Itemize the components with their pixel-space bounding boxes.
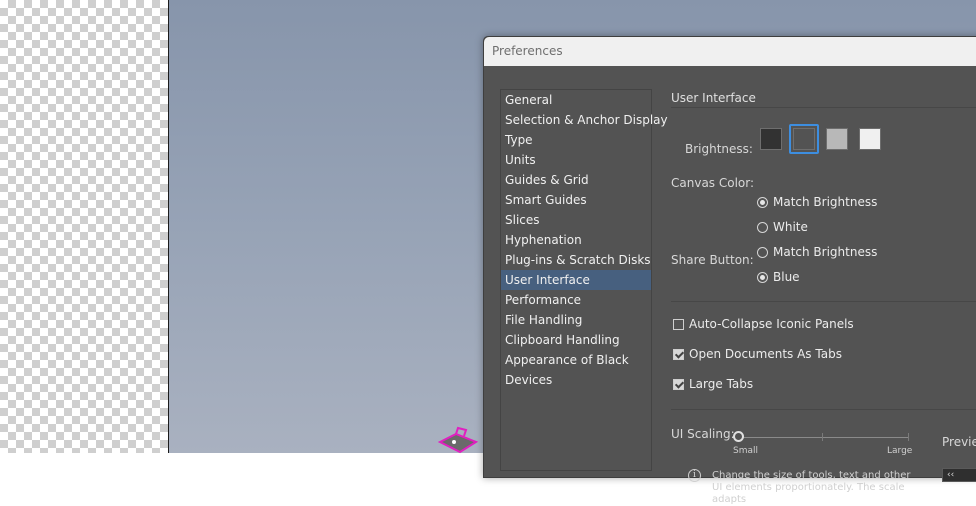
sidebar-item-user-interface[interactable]: User Interface xyxy=(501,270,651,290)
sidebar-item-units[interactable]: Units xyxy=(501,150,651,170)
preview-label: Previe xyxy=(942,435,976,449)
sidebar-item-appearance-of-black[interactable]: Appearance of Black xyxy=(501,350,651,370)
sidebar-item-file-handling[interactable]: File Handling xyxy=(501,310,651,330)
brightness-swatch-3[interactable] xyxy=(826,128,848,150)
share-button-label: Share Button: xyxy=(671,253,754,267)
auto-collapse-label: Auto-Collapse Iconic Panels xyxy=(689,317,854,331)
large-tabs-checkbox[interactable] xyxy=(673,379,684,390)
brightness-label: Brightness: xyxy=(685,142,753,156)
ui-scaling-slider-track[interactable] xyxy=(739,437,909,438)
sidebar-item-smart-guides[interactable]: Smart Guides xyxy=(501,190,651,210)
brightness-swatch-2[interactable] xyxy=(793,128,815,150)
share-button-match-radio[interactable] xyxy=(757,247,768,258)
canvas-color-match-label: Match Brightness xyxy=(773,195,878,209)
scaling-info-text: Change the size of tools, text and other… xyxy=(712,470,911,505)
section-divider xyxy=(671,107,976,108)
sidebar-item-performance[interactable]: Performance xyxy=(501,290,651,310)
divider xyxy=(671,409,976,410)
canvas-color-white-label: White xyxy=(773,220,808,234)
preferences-category-list: General Selection & Anchor Display Type Uni… xyxy=(500,89,668,471)
preview-tabs-thumbnail: ‹‹ xyxy=(942,468,976,482)
canvas-color-white-radio[interactable] xyxy=(757,222,768,233)
auto-collapse-checkbox[interactable] xyxy=(673,319,684,330)
dialog-title: Preferences xyxy=(484,37,976,66)
open-docs-as-tabs-label: Open Documents As Tabs xyxy=(689,347,842,361)
large-tabs-label: Large Tabs xyxy=(689,377,754,391)
sidebar-item-clipboard-handling[interactable]: Clipboard Handling xyxy=(501,330,651,350)
sidebar-item-general[interactable]: General xyxy=(501,90,651,110)
sidebar-item-type[interactable]: Type xyxy=(501,130,651,150)
sidebar-item-devices[interactable]: Devices xyxy=(501,370,651,390)
info-icon: i xyxy=(688,469,701,482)
share-button-match-label: Match Brightness xyxy=(773,245,878,259)
canvas-color-match-radio[interactable] xyxy=(757,197,768,208)
brightness-swatch-4[interactable] xyxy=(859,128,881,150)
sidebar-item-selection-anchor-display[interactable]: Selection & Anchor Display xyxy=(501,110,668,130)
ui-scaling-slider-handle[interactable] xyxy=(733,431,744,442)
share-button-blue-radio[interactable] xyxy=(757,272,768,283)
open-docs-as-tabs-checkbox[interactable] xyxy=(673,349,684,360)
section-title: User Interface xyxy=(671,91,756,105)
brightness-swatch-1[interactable] xyxy=(760,128,782,150)
sidebar-item-hyphenation[interactable]: Hyphenation xyxy=(501,230,651,250)
divider xyxy=(671,301,976,302)
slider-tick xyxy=(908,433,909,441)
sidebar-item-plug-ins-scratch-disks[interactable]: Plug-ins & Scratch Disks xyxy=(501,250,651,270)
sidebar-item-slices[interactable]: Slices xyxy=(501,210,651,230)
user-interface-panel: User Interface Brightness: Canvas Color:… xyxy=(671,66,976,505)
transparency-checkerboard xyxy=(0,0,168,453)
sidebar-item-guides-grid[interactable]: Guides & Grid xyxy=(501,170,651,190)
canvas-color-label: Canvas Color: xyxy=(671,176,755,190)
slider-tick xyxy=(822,433,823,441)
scaling-min-label: Small xyxy=(733,446,758,456)
ui-scaling-label: UI Scaling: xyxy=(671,427,735,441)
preferences-dialog: Preferences General Selection & Anchor Di… xyxy=(483,36,976,505)
scaling-max-label: Large xyxy=(887,446,913,456)
share-button-blue-label: Blue xyxy=(773,270,800,284)
